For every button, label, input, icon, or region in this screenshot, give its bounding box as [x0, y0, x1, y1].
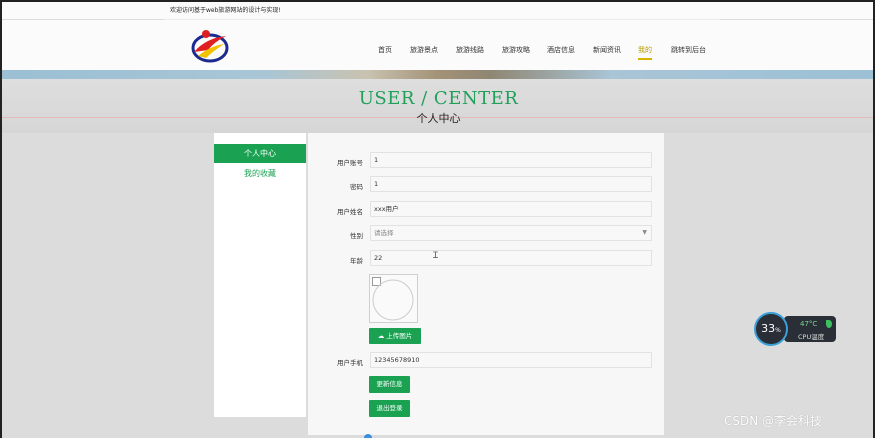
nav-attractions[interactable]: 旅游景点	[410, 44, 438, 58]
percent-sign: %	[775, 327, 781, 334]
user-sidebar: 个人中心 我的收藏	[214, 133, 306, 417]
phone-input[interactable]: 12345678910	[370, 352, 652, 368]
welcome-text: 欢迎访问基于web旅游网站的设计与实现!	[170, 7, 281, 14]
age-label: 年龄	[350, 257, 363, 265]
nav-news[interactable]: 新闻资讯	[593, 44, 621, 58]
gender-placeholder: 请选择	[374, 229, 394, 237]
chevron-down-icon: ▼	[642, 229, 647, 236]
watermark-text: CSDN @李会科技	[724, 414, 823, 428]
nav-mine[interactable]: 我的	[638, 44, 652, 60]
upload-image-button[interactable]: ☁ 上传图片	[369, 328, 421, 344]
nav-hotels[interactable]: 酒店信息	[547, 44, 575, 58]
page-title: 个人中心	[416, 112, 461, 125]
gender-label: 性别	[350, 232, 363, 240]
cloud-upload-icon: ☁	[377, 332, 385, 340]
scroll-indicator[interactable]	[364, 434, 372, 438]
text-cursor-icon: Ɪ	[433, 251, 439, 261]
cpu-temp-value: 47°C	[800, 320, 818, 328]
nav-routes[interactable]: 旅游线路	[456, 44, 484, 58]
browser-viewport: 欢迎访问基于web旅游网站的设计与实现! 首页 旅游景点 旅游线路 旅游攻略 酒…	[2, 2, 873, 438]
cpu-usage-gauge: 33%	[754, 312, 788, 346]
cpu-monitor-widget[interactable]: 47°C CPU温度 33%	[754, 312, 836, 348]
sidebar-item-favorites[interactable]: 我的收藏	[214, 164, 306, 183]
nav-guides[interactable]: 旅游攻略	[502, 44, 530, 58]
phone-label: 用户手机	[337, 359, 363, 367]
avatar-placeholder-circle	[372, 279, 414, 321]
upload-button-label: 上传图片	[386, 332, 413, 340]
leaf-icon	[826, 320, 832, 328]
password-label: 密码	[350, 183, 363, 191]
name-label: 用户姓名	[337, 208, 363, 216]
nav-home[interactable]: 首页	[378, 44, 392, 58]
top-bar: 欢迎访问基于web旅游网站的设计与实现!	[2, 2, 873, 19]
avatar-image	[369, 274, 418, 323]
banner-image	[2, 70, 873, 79]
nav-admin[interactable]: 跳转到后台	[671, 44, 706, 58]
age-input[interactable]: 22	[370, 250, 652, 266]
password-input[interactable]: 1	[370, 176, 652, 192]
account-input[interactable]: 1	[370, 152, 652, 168]
name-input[interactable]: xxx用户	[370, 201, 652, 217]
update-info-button[interactable]: 更新信息	[369, 376, 410, 393]
gender-select[interactable]: 请选择 ▼	[370, 225, 652, 241]
sidebar-item-profile[interactable]: 个人中心	[214, 144, 306, 163]
cpu-temp-label: CPU温度	[798, 333, 825, 341]
account-label: 用户账号	[337, 159, 363, 167]
logout-button[interactable]: 退出登录	[369, 400, 410, 417]
cpu-temp-box: 47°C CPU温度	[784, 316, 836, 342]
cpu-usage-value: 33	[761, 322, 776, 335]
page-title-en: USER / CENTER	[358, 88, 519, 109]
site-logo[interactable]	[188, 28, 230, 64]
